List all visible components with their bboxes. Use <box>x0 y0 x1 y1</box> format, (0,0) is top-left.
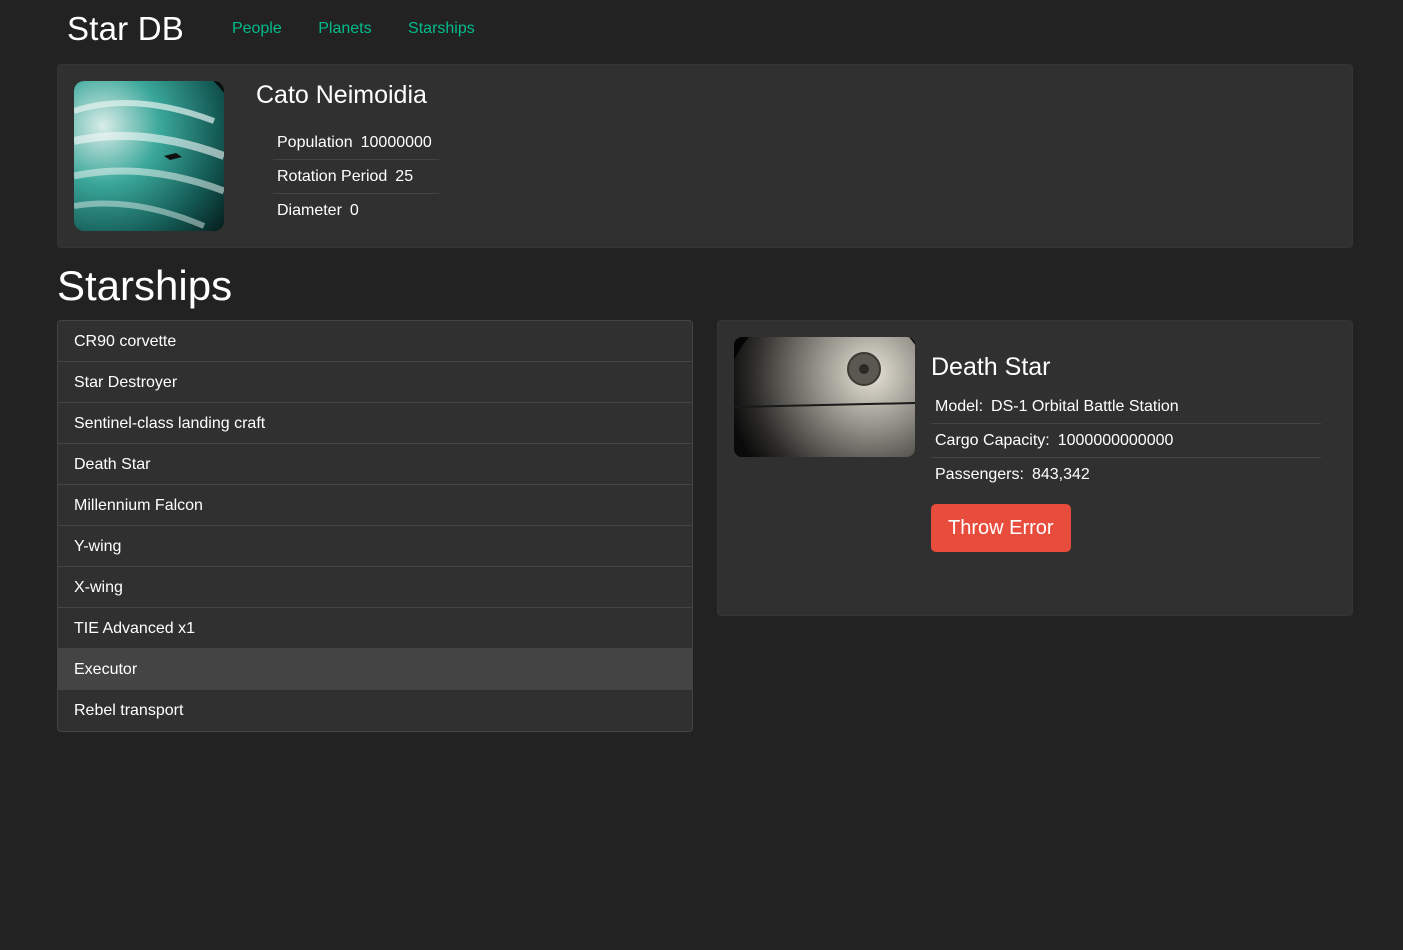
detail-term: Model: <box>935 398 984 415</box>
planet-detail-row: Diameter 0 <box>273 194 439 227</box>
nav-planets[interactable]: Planets <box>318 20 371 37</box>
starship-image <box>734 337 915 457</box>
starship-list: CR90 corvette Star Destroyer Sentinel-cl… <box>57 320 693 732</box>
nav-people[interactable]: People <box>232 20 282 37</box>
throw-error-button[interactable]: Throw Error <box>931 504 1071 552</box>
starship-list-item[interactable]: CR90 corvette <box>58 321 692 362</box>
detail-term: Population <box>277 134 353 151</box>
detail-term: Rotation Period <box>277 168 388 185</box>
detail-value: DS-1 Orbital Battle Station <box>991 398 1179 415</box>
starship-list-item[interactable]: X-wing <box>58 567 692 608</box>
brand-title[interactable]: Star DB <box>67 10 184 48</box>
starship-detail-row: Cargo Capacity: 1000000000000 <box>931 424 1321 458</box>
planet-detail-row: Rotation Period 25 <box>273 160 439 194</box>
starship-list-item[interactable]: TIE Advanced x1 <box>58 608 692 649</box>
detail-value: 0 <box>349 202 359 219</box>
detail-value: 10000000 <box>360 134 432 151</box>
starship-list-item[interactable]: Rebel transport <box>58 690 692 731</box>
main-nav: People Planets Starships <box>232 20 507 38</box>
planet-image <box>74 81 224 231</box>
section-title: Starships <box>57 262 233 309</box>
detail-term: Passengers: <box>935 466 1024 483</box>
starship-list-item[interactable]: Death Star <box>58 444 692 485</box>
detail-value: 25 <box>395 168 414 185</box>
starship-list-item[interactable]: Sentinel-class landing craft <box>58 403 692 444</box>
detail-value: 1000000000000 <box>1057 432 1174 449</box>
detail-term: Cargo Capacity: <box>935 432 1050 449</box>
planet-detail-row: Population 10000000 <box>273 126 439 160</box>
starship-list-item[interactable]: Star Destroyer <box>58 362 692 403</box>
starship-detail-row: Passengers: 843,342 <box>931 458 1321 491</box>
starship-details: Model: DS-1 Orbital Battle Station Cargo … <box>931 390 1321 491</box>
nav-starships[interactable]: Starships <box>408 20 475 37</box>
planet-name: Cato Neimoidia <box>256 81 427 109</box>
planet-details: Population 10000000 Rotation Period 25 Dia… <box>273 126 439 227</box>
starship-list-item[interactable]: Millennium Falcon <box>58 485 692 526</box>
detail-term: Diameter <box>277 202 342 219</box>
starship-list-item[interactable]: Y-wing <box>58 526 692 567</box>
starship-list-item-active[interactable]: Executor <box>58 649 692 690</box>
header: Star DB People Planets Starships <box>67 0 507 58</box>
detail-value: 843,342 <box>1031 466 1090 483</box>
starship-detail-row: Model: DS-1 Orbital Battle Station <box>931 390 1321 424</box>
random-planet-card: Cato Neimoidia Population 10000000 Rotati… <box>57 64 1353 248</box>
starship-name: Death Star <box>931 353 1051 381</box>
starship-details-card: Death Star Model: DS-1 Orbital Battle Sta… <box>717 320 1353 616</box>
